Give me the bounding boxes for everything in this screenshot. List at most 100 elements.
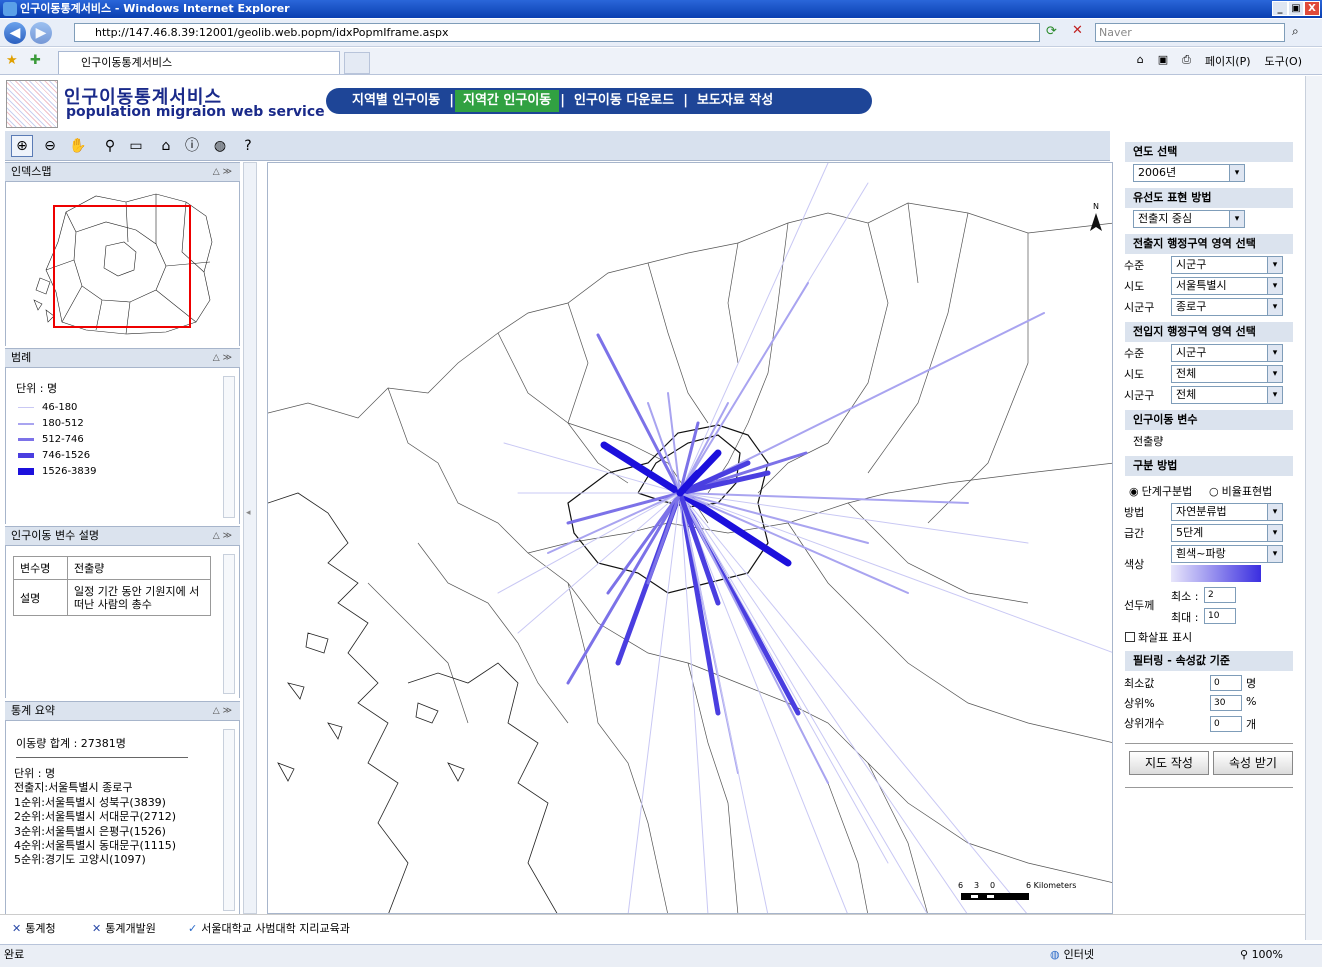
variable-desc-header: 인구이동 변수 설명 △ ≫ xyxy=(5,526,240,546)
home-toolbar-icon[interactable]: ⌂ xyxy=(1137,53,1144,69)
collapse-icon[interactable]: △ ≫ xyxy=(213,163,232,181)
footer-logo-snu[interactable]: ✓ 서울대학교 사범대학 지리교육과 xyxy=(188,920,350,936)
north-label: N xyxy=(1093,202,1099,211)
zoom-level[interactable]: ⚲ 100% xyxy=(1240,945,1283,965)
dest-sigungu-select[interactable]: 전체 xyxy=(1171,386,1283,404)
collapse-icon[interactable]: △ ≫ xyxy=(213,702,232,720)
control-panel: 연도 선택 2006년 유선도 표현 방법 전출지 중심 전출지 행정구역 영역… xyxy=(1117,131,1305,914)
nav-download[interactable]: 인구이동 다운로드 xyxy=(566,90,682,112)
line-min-input[interactable]: 2 xyxy=(1204,587,1236,603)
legend-label: 180-512 xyxy=(42,418,84,429)
line-max-input[interactable]: 10 xyxy=(1204,608,1236,624)
ie-app-icon xyxy=(3,2,17,16)
rss-icon[interactable]: ▣ xyxy=(1158,53,1168,69)
collapse-icon[interactable]: △ ≫ xyxy=(213,349,232,367)
add-favorite-icon[interactable]: ✚ xyxy=(30,53,41,68)
globe-icon[interactable]: ◍ xyxy=(209,135,231,157)
origin-section-title: 전출지 행정구역 영역 선택 xyxy=(1125,234,1293,254)
legend-item: 1526-3839 xyxy=(18,466,97,477)
flow-method-title: 유선도 표현 방법 xyxy=(1125,188,1293,208)
identify-icon[interactable]: ⚲ xyxy=(99,135,121,157)
nav-regional[interactable]: 지역별 인구이동 xyxy=(344,90,448,112)
nav-press[interactable]: 보도자료 작성 xyxy=(689,90,781,112)
flow-map[interactable]: N 6 3 0 6 Kilometers xyxy=(267,162,1113,914)
filter-min-input[interactable]: 0 xyxy=(1210,675,1242,691)
dest-sido-select[interactable]: 전체 xyxy=(1171,365,1283,383)
tools-menu[interactable]: 도구(O) xyxy=(1265,53,1302,69)
legend-item: 746-1526 xyxy=(18,450,90,461)
flow-method-select[interactable]: 전출지 중심 xyxy=(1133,210,1245,228)
year-select[interactable]: 2006년 xyxy=(1133,164,1245,182)
pan-hand-icon[interactable]: ✋ xyxy=(67,135,89,157)
dest-level-select[interactable]: 시군구 xyxy=(1171,344,1283,362)
grade-select[interactable]: 5단계 xyxy=(1171,524,1283,542)
tab-bar: ★ ✚ 인구이동통계서비스 ⌂ ▣ ⎙ 페이지(P) 도구(O) xyxy=(0,48,1322,75)
info-icon[interactable]: ⓘ xyxy=(181,135,203,157)
classify-section-title: 구분 방법 xyxy=(1125,456,1293,476)
window-title: 인구이동통계서비스 - Windows Internet Explorer xyxy=(20,2,290,15)
color-select[interactable]: 흰색~파랑 xyxy=(1171,545,1283,563)
index-map[interactable] xyxy=(6,182,239,346)
footer-logo-kostat[interactable]: ✕ 통계청 xyxy=(12,920,56,936)
print-icon[interactable]: ⎙ xyxy=(1182,53,1191,69)
stop-icon[interactable]: ✕ xyxy=(1072,23,1083,38)
home-icon[interactable]: ⌂ xyxy=(155,135,177,157)
checkbox-icon[interactable] xyxy=(1125,632,1135,642)
search-input[interactable]: Naver xyxy=(1095,23,1285,42)
map-canvas[interactable]: N 6 3 0 6 Kilometers xyxy=(268,163,1113,914)
tab-label: 인구이동통계서비스 xyxy=(81,56,173,69)
legend-scrollbar[interactable] xyxy=(223,376,235,518)
back-icon[interactable]: ◀ xyxy=(4,22,26,44)
filter-top-n-input[interactable]: 0 xyxy=(1210,716,1242,732)
tab-current[interactable]: 인구이동통계서비스 xyxy=(58,51,340,74)
scale-bar: 6 3 0 6 Kilometers xyxy=(958,881,1076,900)
zoom-box-icon[interactable]: ▭ xyxy=(125,135,147,157)
flow-line xyxy=(679,492,1112,653)
footer-logo-sri[interactable]: ✕ 통계개발원 xyxy=(92,920,156,936)
refresh-icon[interactable]: ⟳ xyxy=(1046,24,1057,39)
new-tab-button[interactable] xyxy=(344,52,370,74)
site-header: 인구이동통계서비스 population migraion web servic… xyxy=(0,76,1305,131)
minimize-button[interactable]: _ xyxy=(1272,1,1288,16)
maximize-button[interactable]: ▣ xyxy=(1288,1,1304,16)
kostat-logo-icon: ✕ xyxy=(12,921,22,935)
close-button[interactable]: X xyxy=(1304,1,1320,16)
collapse-icon[interactable]: △ ≫ xyxy=(213,527,232,545)
radio-unchecked-icon[interactable]: ○ xyxy=(1209,485,1219,498)
legend-item: 512-746 xyxy=(18,434,84,445)
index-extent-box xyxy=(53,205,191,328)
help-icon[interactable]: ? xyxy=(237,135,259,157)
page-menu[interactable]: 페이지(P) xyxy=(1205,53,1251,69)
address-bar: ◀ ▶ http://147.46.8.39:12001/geolib.web.… xyxy=(0,19,1322,47)
forward-icon[interactable]: ▶ xyxy=(30,22,52,44)
draw-map-button[interactable]: 지도 작성 xyxy=(1129,751,1209,775)
stats-scrollbar[interactable] xyxy=(223,729,235,911)
splitter-arrow-icon[interactable]: ◂ xyxy=(246,508,251,518)
page-scrollbar[interactable] xyxy=(1305,76,1322,940)
url-field[interactable]: http://147.46.8.39:12001/geolib.web.popm… xyxy=(74,23,1040,42)
window-title-bar: 인구이동통계서비스 - Windows Internet Explorer _ … xyxy=(0,0,1322,18)
radio-checked-icon[interactable]: ◉ xyxy=(1129,485,1139,498)
radio-ratio[interactable]: ○ 비율표현법 xyxy=(1209,483,1272,499)
main-nav: 지역별 인구이동 | 지역간 인구이동 | 인구이동 다운로드 | 보도자료 작… xyxy=(326,88,872,114)
origin-level-select[interactable]: 시군구 xyxy=(1171,256,1283,274)
zoom-out-icon[interactable]: ⊖ xyxy=(39,135,61,157)
desc-scrollbar[interactable] xyxy=(223,554,235,694)
arrow-checkbox[interactable]: 화살표 표시 xyxy=(1125,629,1192,645)
security-zone[interactable]: ◍ 인터넷 xyxy=(1050,945,1094,965)
svg-text:6: 6 xyxy=(958,881,963,890)
panel-splitter[interactable]: ◂ xyxy=(243,162,257,914)
stats-body: 이동량 합계 : 27381명 단위 : 명 전출지:서울특별시 종로구 1순위… xyxy=(5,721,240,914)
get-attr-button[interactable]: 속성 받기 xyxy=(1213,751,1293,775)
method-select[interactable]: 자연분류법 xyxy=(1171,503,1283,521)
filter-top-pct-input[interactable]: 30 xyxy=(1210,695,1242,711)
favorites-star-icon[interactable]: ★ xyxy=(6,53,18,68)
origin-sigungu-select[interactable]: 종로구 xyxy=(1171,298,1283,316)
legend-label: 1526-3839 xyxy=(42,466,97,477)
radio-step[interactable]: ◉ 단계구분법 xyxy=(1129,483,1192,499)
nav-inter-regional[interactable]: 지역간 인구이동 xyxy=(455,90,560,112)
status-text: 완료 xyxy=(4,948,25,961)
zoom-in-icon[interactable]: ⊕ xyxy=(11,135,33,157)
origin-sido-select[interactable]: 서울특별시 xyxy=(1171,277,1283,295)
search-icon[interactable]: ⌕ xyxy=(1292,24,1299,39)
